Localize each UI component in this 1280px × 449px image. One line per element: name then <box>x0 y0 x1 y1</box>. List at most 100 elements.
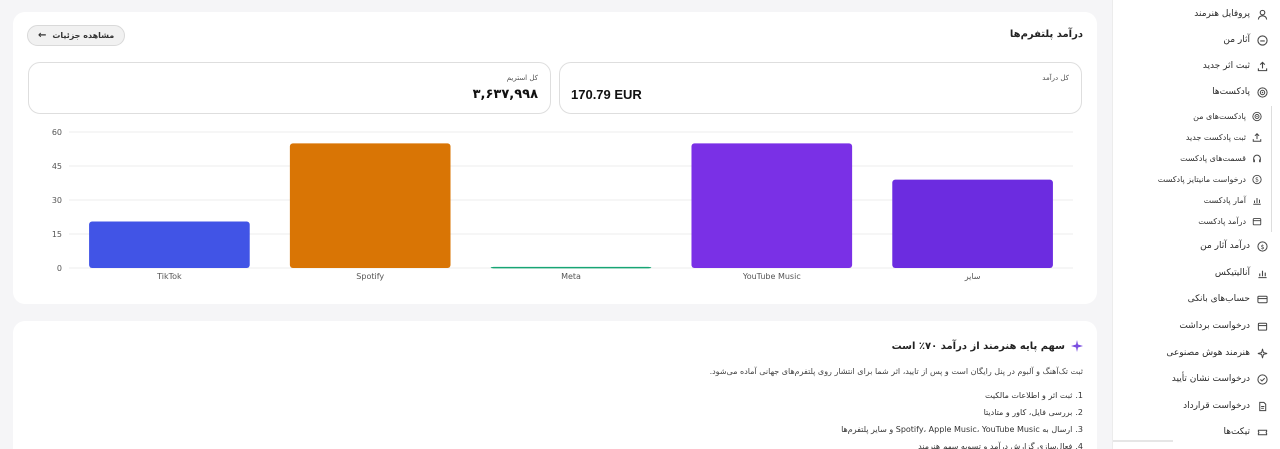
podcast-subitem-label: آمار پادکست <box>1203 195 1246 205</box>
bar-2[interactable] <box>490 266 652 269</box>
user-icon <box>1256 8 1268 20</box>
y-tick-label: 60 <box>52 128 62 137</box>
sidebar-item-label: پادکست‌ها <box>1212 87 1250 97</box>
artist-share-intro: ثبت تک‌آهنگ و آلبوم در پنل رایگان است و … <box>709 367 1083 376</box>
svg-text:$: $ <box>1255 177 1259 183</box>
total-streams-box: کل استریم ۳,۶۳۷,۹۹۸ <box>28 62 551 114</box>
sidebar-item-7[interactable]: درخواست برداشت <box>1179 316 1268 336</box>
step-number: 3. <box>1075 425 1083 434</box>
sidebar-item-1[interactable]: آثار من <box>1223 30 1268 50</box>
y-tick-label: 0 <box>57 264 62 273</box>
podcast-subitem-3[interactable]: $ درخواست مانیتایز پادکست <box>1158 169 1262 189</box>
sidebar-item-0[interactable]: پروفایل هنرمند <box>1194 4 1268 24</box>
sidebar-item-label: حساب‌های بانکی <box>1187 294 1250 304</box>
x-tick-label: Meta <box>561 272 581 281</box>
step-text: ثبت اثر و اطلاعات مالکیت <box>985 391 1073 400</box>
podcast-subitem-2[interactable]: قسمت‌های پادکست <box>1180 148 1262 168</box>
total-income-value: 170.79 EUR <box>571 87 642 102</box>
podcast-subitem-1[interactable]: ثبت پادکست جدید <box>1186 127 1262 147</box>
step-item: 4. فعال‌سازی گزارش درآمد و تسویه سهم هنرم… <box>841 438 1083 449</box>
sidebar-item-label: هنرمند هوش مصنوعی <box>1166 348 1250 358</box>
podcast-subitem-0[interactable]: پادکست‌های من <box>1193 106 1262 126</box>
step-text: فعال‌سازی گزارش درآمد و تسویه سهم هنرمند <box>918 442 1073 449</box>
sidebar-item-label: آنالیتیکس <box>1214 268 1250 278</box>
step-item: 1. ثبت اثر و اطلاعات مالکیت <box>841 387 1083 404</box>
platform-income-card: درآمد پلتفرم‌ها مشاهده جزئیات ← کل درآمد… <box>13 12 1097 304</box>
sidebar-scrollbar[interactable] <box>1113 440 1173 442</box>
sidebar-item-10[interactable]: درخواست قرارداد <box>1183 396 1268 416</box>
podcast-subitem-4[interactable]: آمار پادکست <box>1204 190 1262 210</box>
sparkles-icon <box>1071 337 1083 356</box>
verified-icon <box>1256 373 1268 385</box>
view-details-button[interactable]: مشاهده جزئیات ← <box>27 25 126 46</box>
sidebar-item-6[interactable]: حساب‌های بانکی <box>1188 289 1268 309</box>
podcast-subitem-5[interactable]: درآمد پادکست <box>1198 211 1262 231</box>
upload-icon <box>1256 60 1268 72</box>
bar-0[interactable] <box>89 221 250 268</box>
headphones-icon <box>1252 153 1262 163</box>
contract-icon <box>1256 400 1268 412</box>
upload-icon <box>1252 132 1262 142</box>
step-number: 4. <box>1075 442 1083 449</box>
submenu-line <box>1271 106 1272 232</box>
steps-list: 1. ثبت اثر و اطلاعات مالکیت 2. بررسی فایل، … <box>841 387 1083 449</box>
sidebar-item-9[interactable]: درخواست نشان تأیید <box>1172 369 1268 389</box>
bar-chart-icon <box>1252 195 1262 205</box>
sidebar-item-3[interactable]: پادکست‌ها <box>1212 82 1268 102</box>
sidebar-item-8[interactable]: هنرمند هوش مصنوعی <box>1166 343 1268 363</box>
sidebar-item-label: درخواست نشان تأیید <box>1171 374 1250 384</box>
sidebar-item-label: ثبت اثر جدید <box>1202 61 1250 71</box>
podcast-subitem-label: پادکست‌های من <box>1193 111 1246 121</box>
ticket-icon <box>1256 426 1268 438</box>
sidebar-item-label: درخواست قرارداد <box>1183 401 1250 411</box>
y-tick-label: 45 <box>52 162 62 171</box>
podcast-subitem-label: درآمد پادکست <box>1198 216 1246 226</box>
sidebar: پروفایل هنرمند آثار من ثبت اثر جدید پادکست‌… <box>1112 0 1280 449</box>
view-details-label: مشاهده جزئیات <box>52 31 115 40</box>
disc-icon <box>1256 34 1268 46</box>
step-text: ارسال به Spotify، Apple Music، YouTube M… <box>841 425 1073 434</box>
total-streams-value: ۳,۶۳۷,۹۹۸ <box>472 87 538 102</box>
wallet-icon <box>1256 320 1268 332</box>
bar-1[interactable] <box>289 143 451 268</box>
bar-4[interactable] <box>892 179 1053 268</box>
card-icon <box>1256 293 1268 305</box>
total-streams-label: کل استریم <box>506 74 538 82</box>
sidebar-item-4[interactable]: $ درآمد آثار من <box>1200 236 1268 256</box>
x-tick-label: YouTube Music <box>742 272 801 281</box>
x-tick-label: TikTok <box>156 272 182 281</box>
bar-3[interactable] <box>691 143 853 268</box>
x-tick-label: Spotify <box>356 272 384 281</box>
podcast-icon <box>1252 111 1262 121</box>
y-tick-label: 15 <box>52 230 62 239</box>
sidebar-item-label: تیکت‌ها <box>1223 427 1250 437</box>
artist-share-card: سهم پایه هنرمند از درآمد ۷۰٪ است ثبت تک‌… <box>13 321 1097 449</box>
total-income-box: کل درآمد 170.79 EUR <box>559 62 1082 114</box>
y-tick-label: 30 <box>52 196 62 205</box>
wallet-icon <box>1252 216 1262 226</box>
svg-text:$: $ <box>1260 242 1264 250</box>
sidebar-item-label: درآمد آثار من <box>1200 241 1250 251</box>
step-number: 2. <box>1075 408 1083 417</box>
podcast-subitem-label: قسمت‌های پادکست <box>1180 153 1246 163</box>
dollar-icon: $ <box>1256 240 1268 252</box>
step-number: 1. <box>1075 391 1083 400</box>
platform-income-chart: 0 15 30 45 60 TikTok Spotify Meta YouTube Music س… <box>52 128 1073 281</box>
dollar-icon: $ <box>1252 174 1262 184</box>
total-income-label: کل درآمد <box>1042 74 1069 82</box>
platform-income-title: درآمد پلتفرم‌ها <box>1009 29 1083 40</box>
x-tick-label: سایر <box>964 272 981 281</box>
sidebar-item-5[interactable]: آنالیتیکس <box>1215 263 1268 283</box>
step-item: 3. ارسال به Spotify، Apple Music، YouTube… <box>841 421 1083 438</box>
sidebar-item-label: درخواست برداشت <box>1179 321 1250 331</box>
sidebar-item-11[interactable]: تیکت‌ها <box>1223 422 1268 442</box>
step-item: 2. بررسی فایل، کاور و متادیتا <box>841 404 1083 421</box>
podcast-subitem-label: درخواست مانیتایز پادکست <box>1157 174 1246 184</box>
sparkles-icon <box>1256 347 1268 359</box>
podcast-icon <box>1256 86 1268 98</box>
artist-share-title: سهم پایه هنرمند از درآمد ۷۰٪ است <box>891 341 1065 352</box>
step-text: بررسی فایل، کاور و متادیتا <box>983 408 1073 417</box>
sidebar-item-label: آثار من <box>1223 35 1250 45</box>
bar-chart-icon <box>1256 267 1268 279</box>
sidebar-item-2[interactable]: ثبت اثر جدید <box>1203 56 1268 76</box>
